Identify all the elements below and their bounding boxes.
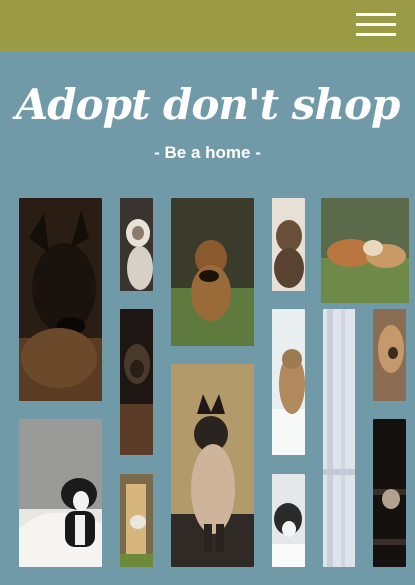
german-shepherd-photo[interactable] [19, 198, 102, 401]
tuxedo-cat-photo[interactable] [272, 474, 305, 567]
dog-cat-lying-photo[interactable] [321, 198, 409, 303]
siamese-cat-photo[interactable] [171, 364, 254, 567]
page-title: Adopt don't shop [15, 80, 401, 129]
page-subtitle: - Be a home - [154, 143, 261, 162]
top-bar [0, 0, 415, 52]
airedale-terrier-photo[interactable] [171, 198, 254, 346]
hamburger-menu-icon[interactable] [354, 11, 398, 39]
cat-on-dark-shelf-photo[interactable] [373, 419, 406, 567]
boston-terrier-on-bed-photo[interactable] [19, 419, 102, 567]
cat-tower-photo[interactable] [120, 474, 153, 567]
window-curtain-photo[interactable] [323, 309, 355, 567]
long-hair-dog-photo[interactable] [373, 309, 406, 401]
puppy-portrait-photo[interactable] [272, 198, 305, 291]
tabby-cat-on-bed-photo[interactable] [272, 309, 305, 455]
dark-dog-photo[interactable] [120, 309, 153, 455]
ragdoll-cat-photo[interactable] [120, 198, 153, 291]
